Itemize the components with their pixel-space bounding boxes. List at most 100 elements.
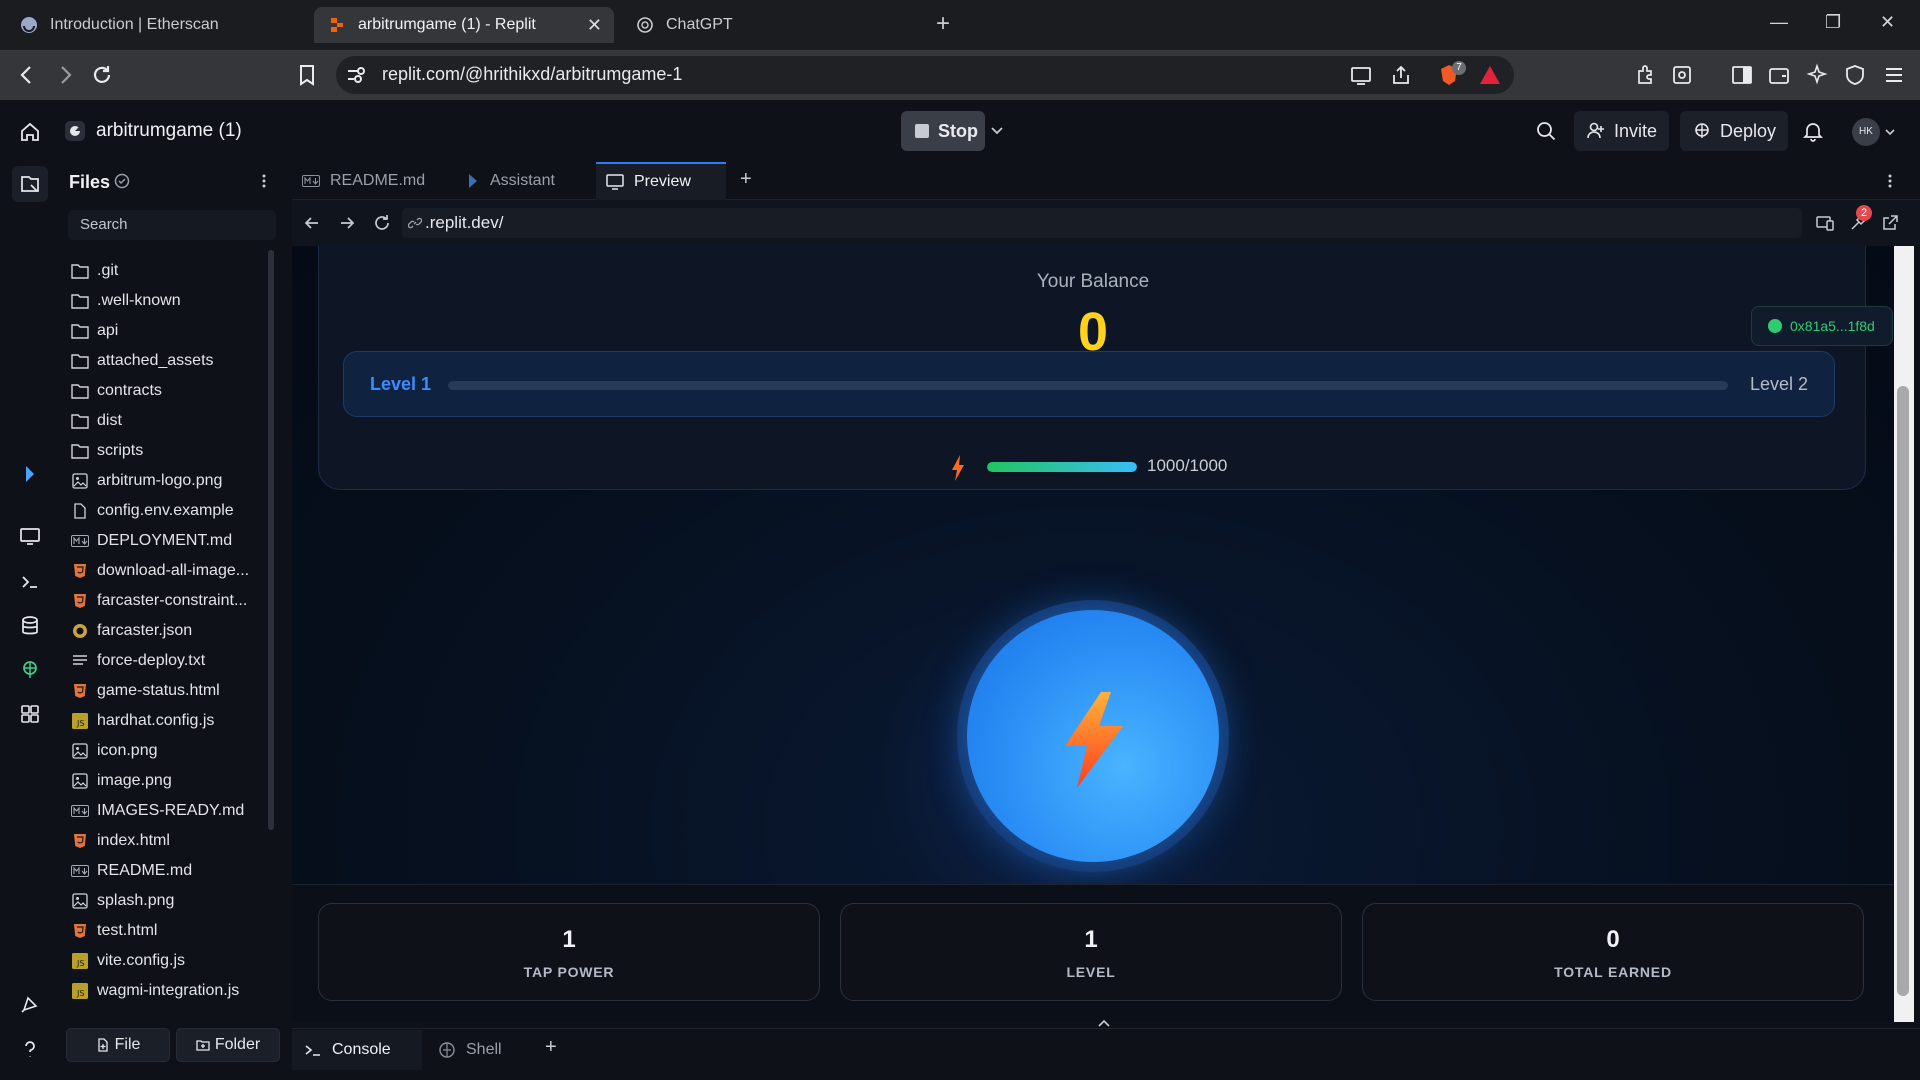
- invite-button[interactable]: Invite: [1574, 111, 1670, 151]
- file-tree-item[interactable]: index.html: [70, 826, 270, 856]
- address-url[interactable]: replit.com/@hrithikxd/arbitrumgame-1: [382, 64, 682, 85]
- file-tree-item[interactable]: IMAGES-READY.md: [70, 796, 270, 826]
- tab-assistant[interactable]: Assistant: [456, 162, 592, 200]
- sidebar-toggle-icon[interactable]: [1730, 63, 1754, 87]
- agent-icon[interactable]: [18, 462, 42, 486]
- project-title[interactable]: arbitrumgame (1): [96, 120, 242, 142]
- open-new-window-icon[interactable]: [1880, 213, 1900, 233]
- preview-url[interactable]: .replit.dev/: [425, 213, 503, 233]
- search-icon[interactable]: [1535, 120, 1557, 142]
- file-tree-item[interactable]: DEPLOYMENT.md: [70, 526, 270, 556]
- file-tree-item[interactable]: farcaster.json: [70, 616, 270, 646]
- preview-icon: [606, 174, 624, 190]
- webview-icon[interactable]: [18, 524, 42, 548]
- project-avatar-icon[interactable]: [64, 120, 86, 142]
- new-file-button[interactable]: File: [66, 1028, 170, 1062]
- share-icon[interactable]: [1389, 63, 1413, 87]
- new-folder-button[interactable]: Folder: [176, 1028, 280, 1062]
- folder-icon: [70, 352, 90, 370]
- wallet-address-button[interactable]: 0x81a5...1f8d: [1751, 306, 1893, 346]
- file-tree-item[interactable]: game-status.html: [70, 676, 270, 706]
- site-settings-icon[interactable]: [344, 63, 368, 87]
- close-tab-icon[interactable]: ✕: [587, 15, 602, 36]
- markdown-icon: [302, 175, 320, 187]
- files-scrollbar[interactable]: [268, 250, 274, 830]
- preview-scrollbar-thumb[interactable]: [1897, 386, 1909, 996]
- home-icon[interactable]: [18, 120, 42, 144]
- file-tree-item[interactable]: contracts: [70, 376, 270, 406]
- bookmark-icon[interactable]: [294, 62, 320, 88]
- file-tree-item[interactable]: api: [70, 316, 270, 346]
- restore-icon[interactable]: ❐: [1825, 12, 1841, 33]
- file-tree-item[interactable]: arbitrum-logo.png: [70, 466, 270, 496]
- tab-readme[interactable]: README.md: [292, 162, 452, 200]
- tap-coin-button[interactable]: [967, 610, 1219, 862]
- deploy-button[interactable]: Deploy: [1680, 111, 1789, 151]
- browser-tab-replit[interactable]: arbitrumgame (1) - Replit ✕: [314, 7, 614, 43]
- minimize-icon[interactable]: —: [1770, 12, 1788, 33]
- whats-new-icon[interactable]: [18, 992, 42, 1016]
- stat-label: LEVEL: [1066, 964, 1116, 980]
- screenshot-icon[interactable]: [1670, 63, 1694, 87]
- file-tree-item[interactable]: icon.png: [70, 736, 270, 766]
- window-close-icon[interactable]: ✕: [1880, 12, 1895, 33]
- file-tree-item[interactable]: JS hardhat.config.js: [70, 706, 270, 736]
- file-tree-item[interactable]: test.html: [70, 916, 270, 946]
- file-tree-item[interactable]: JS wagmi-integration.js: [70, 976, 270, 1006]
- file-tree-item[interactable]: config.env.example: [70, 496, 270, 526]
- wallet-icon[interactable]: [1767, 63, 1791, 87]
- leo-ai-icon[interactable]: [1805, 63, 1829, 87]
- file-tree-item[interactable]: splash.png: [70, 886, 270, 916]
- preview-back-icon[interactable]: [302, 213, 322, 233]
- all-tools-icon[interactable]: [18, 702, 42, 726]
- deployments-icon[interactable]: [18, 658, 42, 682]
- tab-preview[interactable]: Preview: [596, 162, 726, 200]
- avatar[interactable]: HK: [1852, 118, 1880, 146]
- devices-icon[interactable]: [1815, 213, 1835, 233]
- reload-icon[interactable]: [89, 62, 115, 88]
- new-tab-icon[interactable]: +: [936, 10, 950, 38]
- forward-icon[interactable]: [52, 62, 78, 88]
- preview-url-bar[interactable]: [402, 208, 1802, 238]
- tab-console[interactable]: Console: [292, 1030, 422, 1070]
- add-user-icon: [1587, 122, 1604, 139]
- browser-tab-chatgpt[interactable]: ChatGPT: [622, 7, 922, 43]
- file-tree-item[interactable]: scripts: [70, 436, 270, 466]
- files-search-input[interactable]: Search: [68, 210, 276, 240]
- vpn-shield-icon[interactable]: [1843, 63, 1867, 87]
- console-icon: [305, 1045, 320, 1056]
- file-tree-item[interactable]: JS vite.config.js: [70, 946, 270, 976]
- file-tree-item[interactable]: .well-known: [70, 286, 270, 316]
- stop-button[interactable]: Stop: [901, 111, 985, 151]
- back-icon[interactable]: [14, 62, 40, 88]
- avatar-chevron-icon[interactable]: [1884, 126, 1896, 138]
- add-tab-icon[interactable]: +: [740, 168, 752, 191]
- files-more-icon[interactable]: [256, 172, 272, 190]
- file-tree-item[interactable]: farcaster-constraint...: [70, 586, 270, 616]
- cast-icon[interactable]: [1349, 63, 1373, 87]
- file-tree-item[interactable]: attached_assets: [70, 346, 270, 376]
- brave-rewards-icon[interactable]: [1478, 63, 1502, 87]
- menu-icon[interactable]: [1882, 63, 1906, 87]
- chevron-down-icon[interactable]: [989, 122, 1005, 138]
- file-tree-item[interactable]: image.png: [70, 766, 270, 796]
- add-console-tab-icon[interactable]: +: [545, 1036, 557, 1059]
- chevron-up-icon[interactable]: [1097, 1018, 1111, 1028]
- file-tree-item[interactable]: dist: [70, 406, 270, 436]
- shell-icon[interactable]: [18, 570, 42, 594]
- file-tree-item[interactable]: download-all-image...: [70, 556, 270, 586]
- file-tree-item[interactable]: .git: [70, 256, 270, 286]
- bell-icon[interactable]: [1802, 120, 1824, 142]
- pane-more-icon[interactable]: [1882, 172, 1898, 190]
- files-check-icon: [114, 173, 130, 189]
- preview-forward-icon[interactable]: [337, 213, 357, 233]
- file-tree-item[interactable]: force-deploy.txt: [70, 646, 270, 676]
- preview-reload-icon[interactable]: [372, 213, 392, 233]
- file-tree-item[interactable]: README.md: [70, 856, 270, 886]
- database-icon[interactable]: [18, 614, 42, 638]
- browser-tab-etherscan[interactable]: Introduction | Etherscan: [6, 7, 306, 43]
- extensions-icon[interactable]: [1634, 63, 1658, 87]
- help-icon[interactable]: [18, 1037, 42, 1061]
- tab-shell[interactable]: Shell: [426, 1030, 530, 1070]
- files-icon[interactable]: [18, 172, 42, 196]
